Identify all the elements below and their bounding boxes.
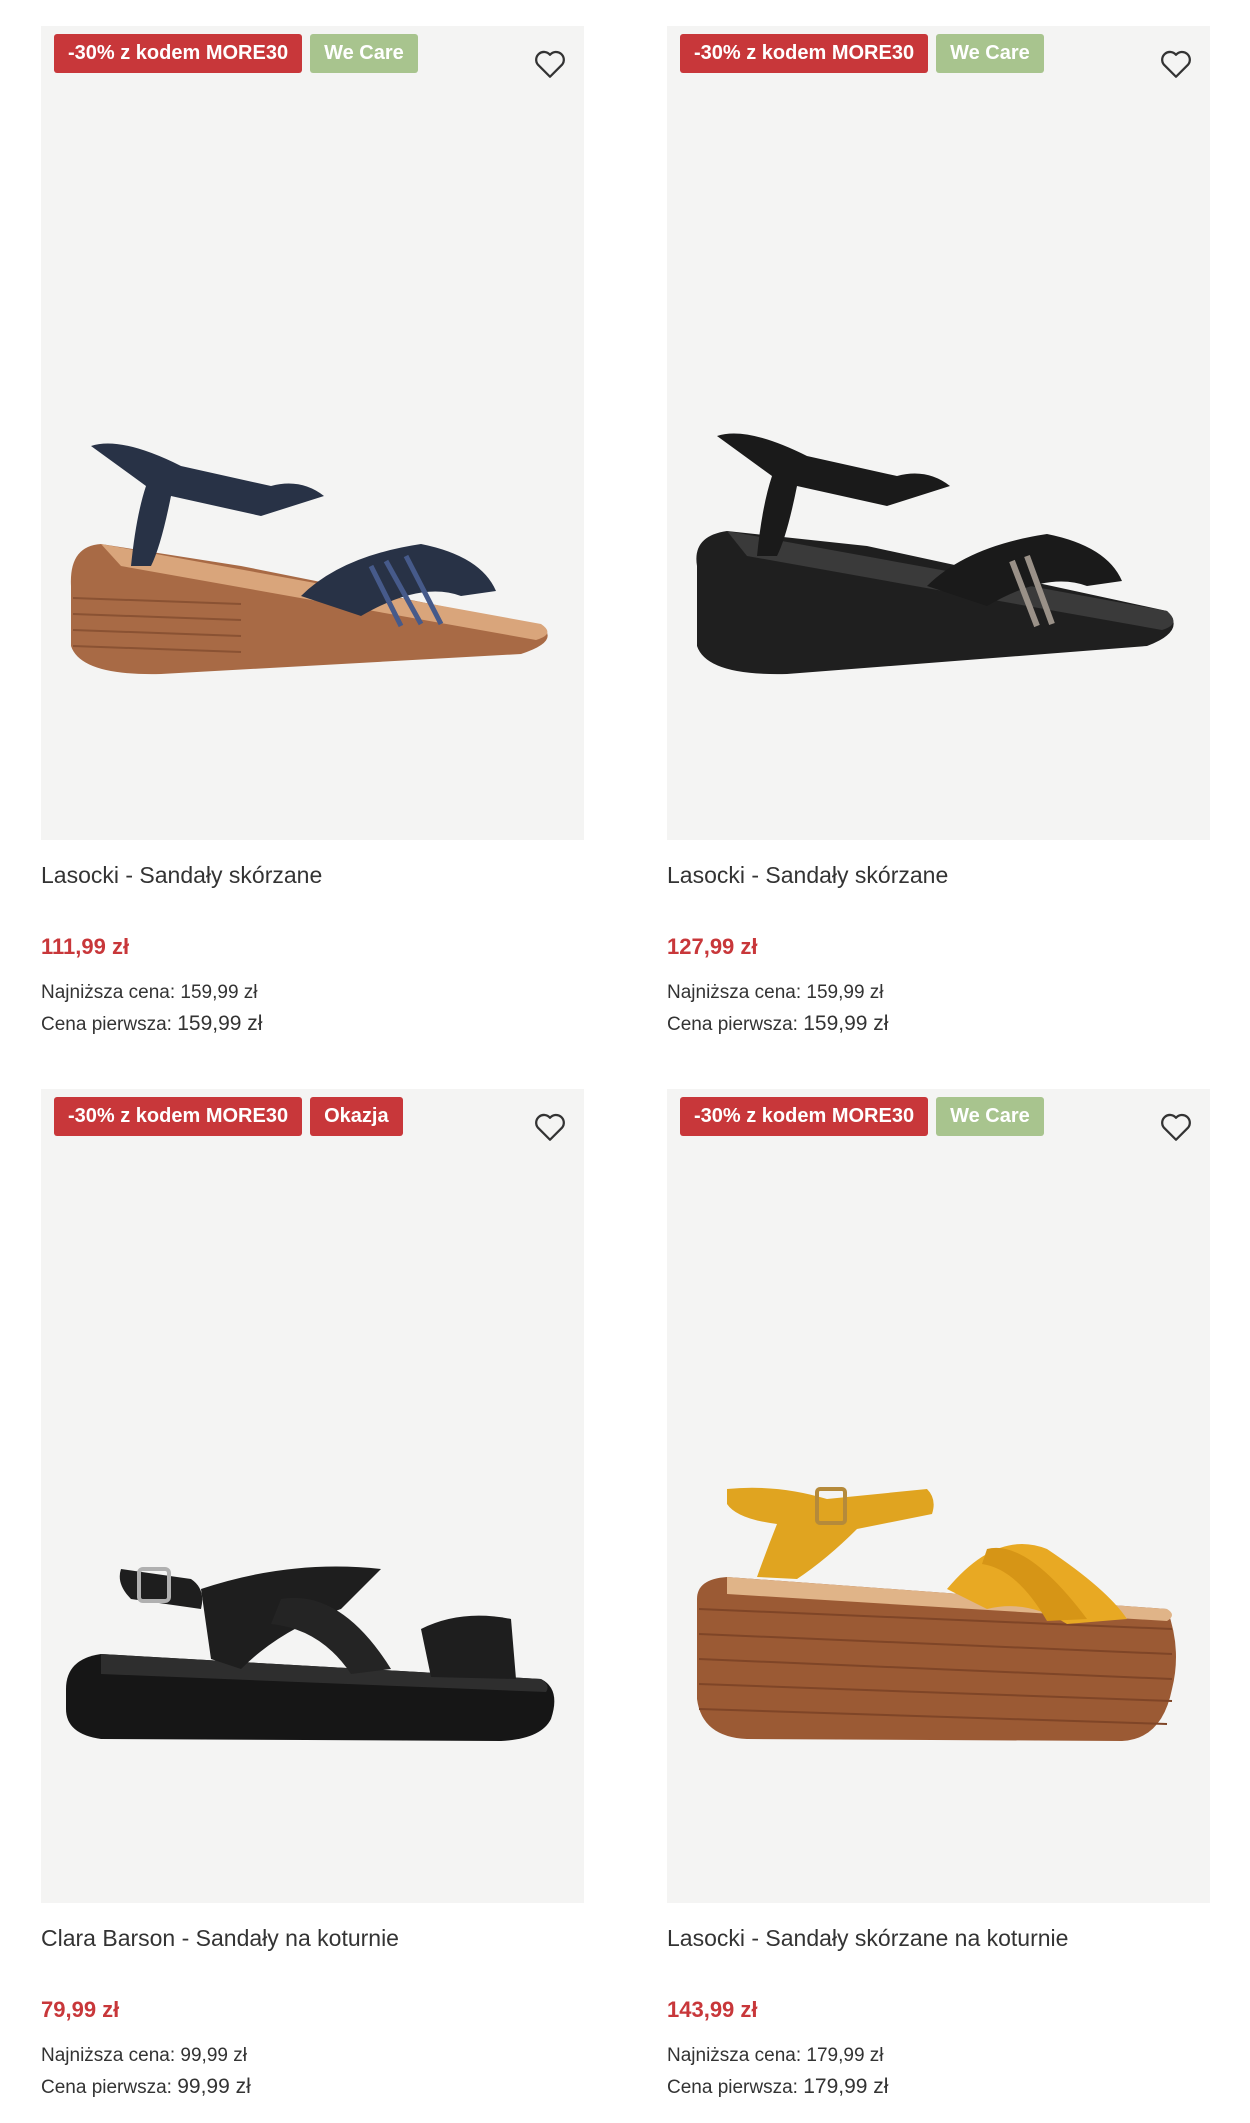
product-price: 143,99 zł bbox=[667, 1997, 758, 2022]
product-image[interactable]: -30% z kodem MORE30 We Care bbox=[667, 26, 1210, 840]
promo-badge: -30% z kodem MORE30 bbox=[54, 1097, 303, 1136]
lowest-price: Najniższa cena: 159,99 zł bbox=[667, 982, 884, 1004]
lowest-price: Najniższa cena: 159,99 zł bbox=[41, 982, 258, 1004]
product-image[interactable]: -30% z kodem MORE30 We Care bbox=[667, 1089, 1210, 1903]
lowest-price-value: 179,99 zł bbox=[806, 2045, 884, 2066]
lowest-price: Najniższa cena: 179,99 zł bbox=[667, 2045, 884, 2067]
first-price-value: 179,99 zł bbox=[803, 2075, 889, 2098]
lowest-price-value: 99,99 zł bbox=[180, 2045, 247, 2066]
heart-outline-icon[interactable] bbox=[530, 44, 570, 84]
product-image[interactable]: -30% z kodem MORE30 Okazja bbox=[41, 1089, 584, 1903]
lowest-price-value: 159,99 zł bbox=[180, 982, 258, 1003]
lowest-price-label: Najniższa cena: bbox=[41, 2045, 176, 2066]
product-price: 111,99 zł bbox=[41, 934, 130, 959]
first-price-value: 159,99 zł bbox=[803, 1012, 889, 1035]
sandal-image bbox=[696, 433, 1174, 675]
first-price: Cena pierwsza: 99,99 zł bbox=[41, 2075, 251, 2099]
product-title[interactable]: Lasocki - Sandały skórzane bbox=[41, 862, 322, 889]
product-price: 127,99 zł bbox=[667, 934, 758, 959]
sandal-image bbox=[66, 1566, 555, 1741]
lowest-price-label: Najniższa cena: bbox=[41, 982, 176, 1003]
first-price-label: Cena pierwsza: bbox=[667, 1014, 798, 1035]
badge-row: -30% z kodem MORE30 We Care bbox=[680, 34, 1044, 73]
first-price-value: 99,99 zł bbox=[177, 2075, 251, 2098]
lowest-price-label: Najniższa cena: bbox=[667, 2045, 802, 2066]
first-price: Cena pierwsza: 179,99 zł bbox=[667, 2075, 888, 2099]
product-title[interactable]: Lasocki - Sandały skórzane na koturnie bbox=[667, 1925, 1068, 1952]
lowest-price-value: 159,99 zł bbox=[806, 982, 884, 1003]
first-price-label: Cena pierwsza: bbox=[41, 2077, 172, 2098]
badge-row: -30% z kodem MORE30 We Care bbox=[680, 1097, 1044, 1136]
first-price-label: Cena pierwsza: bbox=[41, 1014, 172, 1035]
lowest-price-label: Najniższa cena: bbox=[667, 982, 802, 1003]
first-price: Cena pierwsza: 159,99 zł bbox=[41, 1012, 262, 1036]
deal-badge: Okazja bbox=[310, 1097, 403, 1136]
first-price-label: Cena pierwsza: bbox=[667, 2077, 798, 2098]
promo-badge: -30% z kodem MORE30 bbox=[54, 34, 303, 73]
product-image[interactable]: -30% z kodem MORE30 We Care bbox=[41, 26, 584, 840]
first-price-value: 159,99 zł bbox=[177, 1012, 263, 1035]
we-care-badge: We Care bbox=[310, 34, 418, 73]
badge-row: -30% z kodem MORE30 Okazja bbox=[54, 1097, 403, 1136]
heart-outline-icon[interactable] bbox=[1156, 1107, 1196, 1147]
heart-outline-icon[interactable] bbox=[530, 1107, 570, 1147]
first-price: Cena pierwsza: 159,99 zł bbox=[667, 1012, 888, 1036]
sandal-image bbox=[697, 1487, 1176, 1741]
product-title[interactable]: Clara Barson - Sandały na koturnie bbox=[41, 1925, 399, 1952]
promo-badge: -30% z kodem MORE30 bbox=[680, 34, 929, 73]
heart-outline-icon[interactable] bbox=[1156, 44, 1196, 84]
product-title[interactable]: Lasocki - Sandały skórzane bbox=[667, 862, 948, 889]
lowest-price: Najniższa cena: 99,99 zł bbox=[41, 2045, 247, 2067]
badge-row: -30% z kodem MORE30 We Care bbox=[54, 34, 418, 73]
product-price: 79,99 zł bbox=[41, 1997, 120, 2022]
sandal-image bbox=[70, 443, 548, 675]
promo-badge: -30% z kodem MORE30 bbox=[680, 1097, 929, 1136]
we-care-badge: We Care bbox=[936, 34, 1044, 73]
we-care-badge: We Care bbox=[936, 1097, 1044, 1136]
